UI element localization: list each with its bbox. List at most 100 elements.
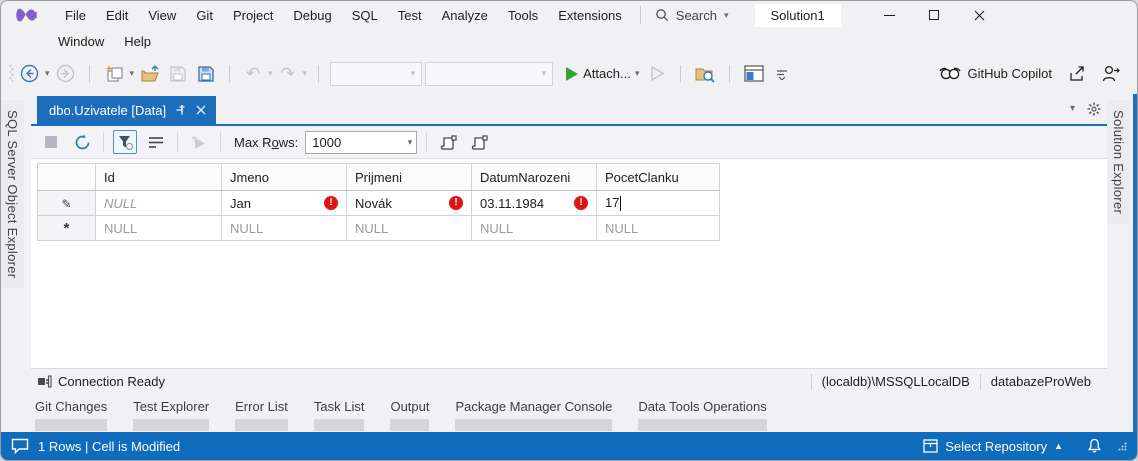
panel-tab-error-list[interactable]: Error List	[225, 396, 298, 431]
start-debug-button[interactable]: Attach... ▾	[562, 61, 642, 87]
panel-tab-test-explorer[interactable]: Test Explorer	[123, 396, 219, 431]
column-header-pocetclanku[interactable]: PocetClanku	[596, 163, 720, 191]
new-item-caret-icon[interactable]: ▾	[130, 69, 135, 78]
close-icon	[196, 105, 206, 115]
cell-id[interactable]: NULL	[95, 190, 222, 216]
column-header-prijmeni[interactable]: Prijmeni	[346, 163, 472, 191]
column-header-datumnarozeni[interactable]: DatumNarozeni	[471, 163, 597, 191]
stop-query-button[interactable]	[39, 130, 63, 154]
panel-tab-git-changes[interactable]: Git Changes	[25, 396, 117, 431]
menu-analyze[interactable]: Analyze	[432, 1, 498, 29]
script-scroll-file-icon	[471, 134, 488, 150]
cell-id[interactable]: NULL	[95, 215, 222, 241]
save-button[interactable]	[166, 61, 190, 87]
pin-tab-button[interactable]	[175, 104, 187, 116]
cell-datumnarozeni[interactable]: 03.11.1984!	[471, 190, 597, 216]
cell-prijmeni[interactable]: Novák!	[346, 190, 472, 216]
repository-caret-up-icon: ▲	[1054, 441, 1063, 451]
script-button[interactable]	[436, 130, 460, 154]
tab-list-caret-icon[interactable]: ▾	[1070, 104, 1075, 114]
find-in-files-button[interactable]	[692, 61, 718, 87]
menu-sql[interactable]: SQL	[342, 1, 388, 29]
panel-tab-package-manager-console[interactable]: Package Manager Console	[445, 396, 622, 431]
redo-button[interactable]: ↷	[276, 61, 300, 87]
cell-pocetclanku[interactable]: NULL	[596, 215, 720, 241]
window-accent-edge	[1133, 94, 1137, 434]
menu-help[interactable]: Help	[114, 29, 161, 53]
row-header-new[interactable]: *	[37, 215, 96, 241]
menu-edit[interactable]: Edit	[96, 1, 138, 29]
menu-view[interactable]: View	[138, 1, 186, 29]
cell-datumnarozeni[interactable]: NULL	[471, 215, 597, 241]
navigate-forward-button[interactable]	[53, 61, 78, 87]
menu-test[interactable]: Test	[388, 1, 432, 29]
notifications-button[interactable]	[1079, 432, 1110, 460]
row-header-editing[interactable]: ✎	[37, 190, 96, 216]
search-label: Search	[675, 7, 717, 23]
feedback-bubble-icon[interactable]	[11, 438, 29, 454]
toolbar-separator	[229, 64, 231, 83]
undo-button[interactable]: ↶	[241, 61, 265, 87]
connection-status: Connection Ready	[37, 374, 165, 389]
panel-tab-task-list[interactable]: Task List	[304, 396, 375, 431]
solution-name-badge[interactable]: Solution1	[754, 3, 841, 27]
share-button[interactable]	[1065, 61, 1089, 87]
menu-extensions[interactable]: Extensions	[548, 1, 632, 29]
max-rows-caret-icon[interactable]: ▾	[408, 137, 413, 147]
panel-tab-data-tools-operations[interactable]: Data Tools Operations	[628, 396, 776, 431]
refresh-button[interactable]	[70, 130, 94, 154]
menu-git[interactable]: Git	[186, 1, 223, 29]
search-control[interactable]: Search ▾	[655, 8, 729, 23]
script-changes-button[interactable]	[187, 130, 211, 154]
open-file-button[interactable]	[137, 61, 163, 87]
menu-window[interactable]: Window	[48, 29, 114, 53]
menu-file[interactable]: File	[55, 1, 96, 29]
navigate-back-button[interactable]	[17, 61, 42, 87]
solution-explorer-tab[interactable]: Solution Explorer	[1107, 100, 1130, 225]
column-header-id[interactable]: Id	[95, 163, 222, 191]
toolbar-overflow-button[interactable]	[770, 61, 794, 87]
document-well: dbo.Uzivatele [Data] ▾ Max Rows: 1000 ▾ …	[31, 94, 1107, 394]
menu-tools[interactable]: Tools	[498, 1, 548, 29]
back-history-caret-icon[interactable]: ▾	[45, 69, 50, 78]
menu-project[interactable]: Project	[223, 1, 283, 29]
corner-header-cell[interactable]	[37, 163, 96, 191]
configuration-dropdown[interactable]: ▾	[330, 61, 423, 86]
filter-button[interactable]	[113, 130, 137, 154]
sql-server-object-explorer-tab[interactable]: SQL Server Object Explorer	[1, 100, 24, 289]
cell-pocetclanku-editing[interactable]: 17	[596, 190, 720, 216]
panel-tab-output[interactable]: Output	[380, 396, 439, 431]
redo-caret-icon[interactable]: ▾	[303, 69, 308, 78]
status-bar: 1 Rows | Cell is Modified Select Reposit…	[1, 432, 1137, 460]
database-name[interactable]: databazeProWeb	[979, 373, 1101, 390]
script-to-file-button[interactable]	[467, 130, 491, 154]
cell-jmeno[interactable]: Jan!	[221, 190, 347, 216]
github-copilot-button[interactable]: GitHub Copilot	[936, 61, 1055, 87]
toolbar-grip[interactable]	[9, 64, 14, 84]
sort-button[interactable]	[144, 130, 168, 154]
menu-debug[interactable]: Debug	[283, 1, 341, 29]
start-without-debug-button[interactable]	[645, 61, 669, 87]
close-button[interactable]	[957, 1, 1002, 29]
cell-jmeno[interactable]: NULL	[221, 215, 347, 241]
close-tab-button[interactable]	[196, 105, 206, 115]
cell-prijmeni[interactable]: NULL	[346, 215, 472, 241]
maximize-button[interactable]	[912, 1, 957, 29]
new-project-button[interactable]	[101, 61, 127, 87]
minimize-button[interactable]	[867, 1, 912, 29]
max-rows-combobox[interactable]: ▾	[305, 130, 418, 154]
undo-caret-icon[interactable]: ▾	[268, 69, 273, 78]
platform-dropdown[interactable]: ▾	[425, 61, 554, 86]
tab-dbo-uzivatele-data[interactable]: dbo.Uzivatele [Data]	[37, 96, 217, 124]
toolbar-separator	[680, 64, 682, 83]
save-all-button[interactable]	[193, 61, 218, 87]
send-feedback-button[interactable]	[1099, 61, 1123, 87]
max-rows-input[interactable]	[312, 134, 408, 150]
browser-preview-button[interactable]	[741, 61, 767, 87]
tab-options-gear-icon[interactable]	[1087, 102, 1101, 116]
save-all-icon	[198, 66, 214, 82]
server-name[interactable]: (localdb)\MSSQLLocalDB	[810, 373, 980, 390]
select-repository-button[interactable]: Select Repository ▲	[915, 432, 1071, 460]
column-header-jmeno[interactable]: Jmeno	[221, 163, 347, 191]
resize-grip[interactable]	[1118, 442, 1127, 451]
